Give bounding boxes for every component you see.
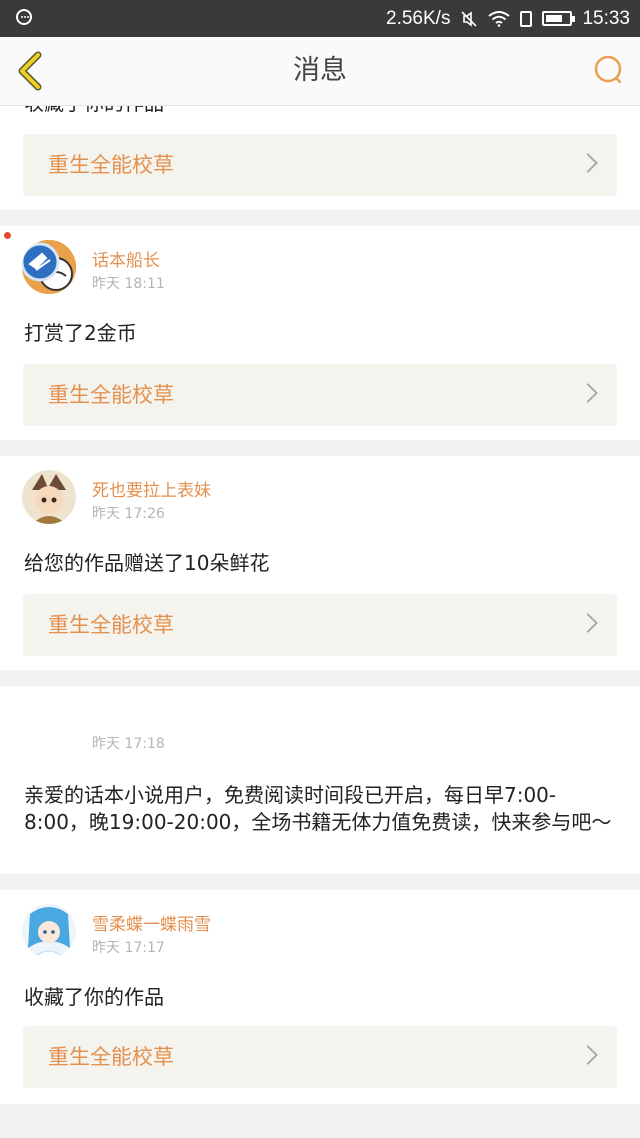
nav-bar: 消息 — [0, 37, 640, 106]
back-chevron-icon[interactable] — [12, 49, 52, 93]
work-title: 重生全能校草 — [48, 153, 174, 177]
unread-dot — [4, 232, 11, 239]
sim-icon — [520, 10, 533, 27]
menu-dots-icon — [16, 9, 32, 25]
avatar[interactable] — [22, 470, 76, 524]
chevron-right-icon — [578, 383, 598, 403]
work-link[interactable]: 重生全能校草 — [23, 1026, 617, 1088]
message-list[interactable]: 收藏了你的作品 重生全能校草 话本船长 昨天 18:11 打赏了2金币 重生全能… — [0, 106, 640, 1138]
avatar-image — [22, 470, 76, 524]
message-text: 亲爱的话本小说用户，免费阅读时间段已开启，每日早7:00-8:00，晚19:00… — [24, 783, 612, 834]
timestamp: 昨天 17:26 — [92, 506, 165, 522]
wifi-icon — [488, 10, 511, 27]
search-icon[interactable] — [592, 53, 626, 87]
mute-icon — [461, 10, 478, 27]
message-text: 收藏了你的作品 — [24, 106, 616, 117]
avatar[interactable] — [22, 904, 76, 958]
clock: 15:33 — [582, 7, 630, 29]
work-link[interactable]: 重生全能校草 — [23, 594, 617, 656]
message-card: 死也要拉上表妹 昨天 17:26 给您的作品赠送了10朵鲜花 重生全能校草 — [0, 456, 640, 670]
chevron-right-icon — [578, 1045, 598, 1065]
message-card: 收藏了你的作品 重生全能校草 — [0, 106, 640, 210]
username[interactable]: 话本船长 — [92, 246, 160, 271]
battery-icon — [542, 11, 576, 26]
status-right: 2.56K/s 15:33 — [386, 0, 630, 37]
message-text: 给您的作品赠送了10朵鲜花 — [24, 551, 270, 575]
username[interactable]: 死也要拉上表妹 — [92, 476, 211, 501]
message-card: 雪柔蝶一蝶雨雪 昨天 17:17 收藏了你的作品 重生全能校草 — [0, 890, 640, 1104]
chevron-right-icon — [578, 613, 598, 633]
network-speed: 2.56K/s — [386, 7, 451, 29]
avatar-image — [22, 904, 76, 958]
timestamp: 昨天 17:18 — [92, 736, 165, 752]
timestamp: 昨天 18:11 — [92, 276, 165, 292]
chevron-right-icon — [578, 153, 598, 173]
message-card-system: 昨天 17:18 亲爱的话本小说用户，免费阅读时间段已开启，每日早7:00-8:… — [0, 686, 640, 874]
timestamp: 昨天 17:17 — [92, 940, 165, 956]
message-card: 话本船长 昨天 18:11 打赏了2金币 重生全能校草 — [0, 226, 640, 440]
status-bar: 2.56K/s 15:33 — [0, 0, 640, 37]
work-title: 重生全能校草 — [48, 613, 174, 637]
avatar-image — [22, 240, 76, 294]
message-text: 收藏了你的作品 — [24, 985, 164, 1009]
avatar[interactable] — [22, 240, 76, 294]
message-text: 打赏了2金币 — [24, 321, 137, 345]
work-title: 重生全能校草 — [48, 383, 174, 407]
work-link[interactable]: 重生全能校草 — [23, 364, 617, 426]
work-title: 重生全能校草 — [48, 1045, 174, 1069]
page-title: 消息 — [293, 55, 347, 86]
work-link[interactable]: 重生全能校草 — [23, 134, 617, 196]
username[interactable]: 雪柔蝶一蝶雨雪 — [92, 910, 211, 935]
